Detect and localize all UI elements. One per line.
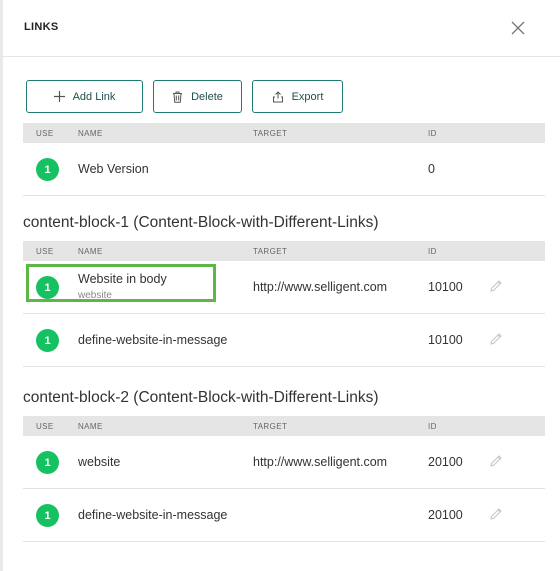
header-name: NAME xyxy=(78,247,103,256)
header-id: ID xyxy=(428,129,437,138)
header-use: USE xyxy=(36,129,54,138)
header-target: TARGET xyxy=(253,129,288,138)
close-icon[interactable] xyxy=(510,20,526,36)
header-id: ID xyxy=(428,422,437,431)
link-id: 0 xyxy=(428,162,435,176)
pencil-icon[interactable] xyxy=(488,331,504,347)
link-target: http://www.selligent.com xyxy=(253,455,388,469)
header-use: USE xyxy=(36,422,54,431)
link-id: 10100 xyxy=(428,280,463,294)
header-id: ID xyxy=(428,247,437,256)
header-target: TARGET xyxy=(253,422,288,431)
table-row[interactable]: 1 Website in body website http://www.sel… xyxy=(23,261,545,314)
table-row[interactable]: 1 define-website-in-message 20100 xyxy=(23,489,545,542)
section-table: USE NAME TARGET ID 1 website http://www.… xyxy=(23,416,545,542)
link-name: Website in body xyxy=(78,272,167,286)
link-name: define-website-in-message xyxy=(78,508,228,522)
section-title: content-block-1 (Content-Block-with-Diff… xyxy=(23,214,379,231)
use-count-badge: 1 xyxy=(36,158,59,181)
dialog-title: LINKS xyxy=(24,21,59,33)
export-icon xyxy=(272,90,284,103)
export-button[interactable]: Export xyxy=(252,80,343,113)
table-header: USE NAME TARGET ID xyxy=(23,123,545,143)
plus-icon xyxy=(53,91,65,102)
export-label: Export xyxy=(291,90,324,103)
link-id: 20100 xyxy=(428,455,463,469)
pencil-icon[interactable] xyxy=(488,453,504,469)
use-count-badge: 1 xyxy=(36,504,59,527)
delete-button[interactable]: Delete xyxy=(153,80,242,113)
pencil-icon[interactable] xyxy=(488,278,504,294)
link-name: Web Version xyxy=(78,162,149,176)
link-name: define-website-in-message xyxy=(78,333,228,347)
table-row[interactable]: 1 website http://www.selligent.com 20100 xyxy=(23,436,545,489)
left-edge xyxy=(0,0,3,571)
table-header: USE NAME TARGET ID xyxy=(23,241,545,261)
dialog-header: LINKS xyxy=(3,0,560,57)
add-link-label: Add Link xyxy=(72,90,116,103)
links-table: USE NAME TARGET ID 1 Web Version 0 xyxy=(23,123,545,196)
link-id: 20100 xyxy=(428,508,463,522)
link-name: website xyxy=(78,455,121,469)
use-count-badge: 1 xyxy=(36,451,59,474)
toolbar: Add Link Delete Export xyxy=(26,80,343,113)
use-count-badge: 1 xyxy=(36,276,59,299)
delete-label: Delete xyxy=(191,90,223,103)
add-link-button[interactable]: Add Link xyxy=(26,80,143,113)
table-header: USE NAME TARGET ID xyxy=(23,416,545,436)
link-target: http://www.selligent.com xyxy=(253,280,388,294)
trash-icon xyxy=(172,91,183,103)
header-name: NAME xyxy=(78,422,103,431)
table-row[interactable]: 1 define-website-in-message 10100 xyxy=(23,314,545,367)
header-target: TARGET xyxy=(253,247,288,256)
use-count-badge: 1 xyxy=(36,329,59,352)
section-table: USE NAME TARGET ID 1 Website in body web… xyxy=(23,241,545,367)
link-id: 10100 xyxy=(428,333,463,347)
section-title: content-block-2 (Content-Block-with-Diff… xyxy=(23,389,379,406)
header-name: NAME xyxy=(78,129,103,138)
header-use: USE xyxy=(36,247,54,256)
link-subname: website xyxy=(78,290,112,301)
table-row[interactable]: 1 Web Version 0 xyxy=(23,143,545,196)
pencil-icon[interactable] xyxy=(488,506,504,522)
